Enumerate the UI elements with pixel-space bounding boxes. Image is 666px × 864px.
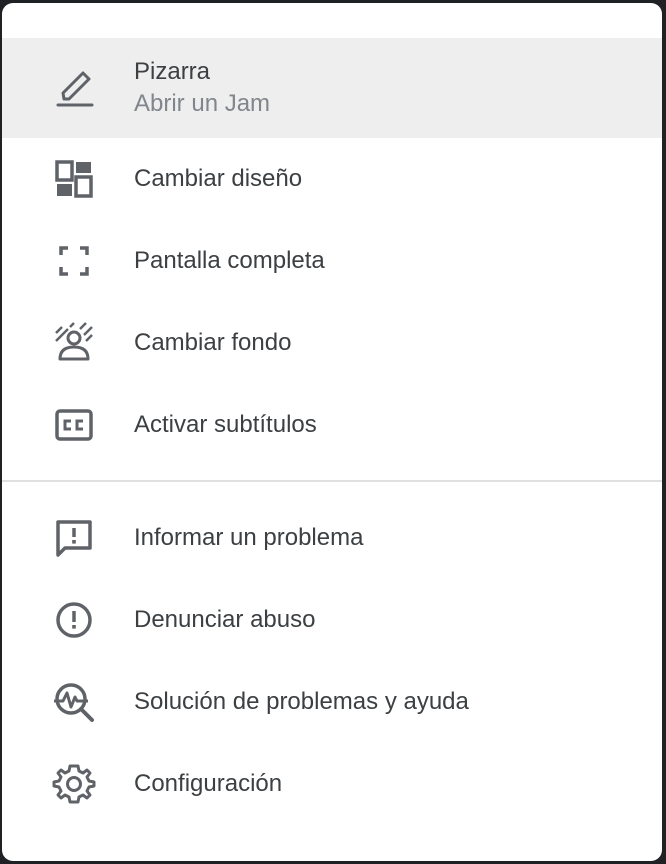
menu-item-sublabel: Abrir un Jam bbox=[134, 90, 271, 117]
background-blur-icon bbox=[50, 319, 98, 367]
menu-item-label: Cambiar fondo bbox=[134, 329, 292, 356]
closed-captions-icon bbox=[50, 401, 98, 449]
menu-item-text: Activar subtítulos bbox=[134, 409, 317, 441]
menu-item-text: Cambiar fondo bbox=[134, 327, 291, 359]
menu-item-text: Denunciar abuso bbox=[134, 604, 315, 636]
menu-item-fullscreen[interactable]: Pantalla completa bbox=[2, 220, 662, 302]
troubleshoot-icon bbox=[50, 678, 98, 726]
menu-item-text: Configuración bbox=[134, 768, 282, 800]
more-options-menu: Pizarra Abrir un Jam Cambiar diseño Pant… bbox=[2, 3, 662, 861]
menu-item-report-abuse[interactable]: Denunciar abuso bbox=[2, 579, 662, 661]
menu-item-whiteboard[interactable]: Pizarra Abrir un Jam bbox=[2, 38, 662, 138]
menu-item-text: Pantalla completa bbox=[134, 245, 325, 277]
menu-item-label: Denunciar abuso bbox=[134, 606, 316, 633]
menu-item-troubleshooting-help[interactable]: Solución de problemas y ayuda bbox=[2, 661, 662, 743]
menu-item-label: Solución de problemas y ayuda bbox=[134, 688, 469, 715]
settings-icon bbox=[50, 760, 98, 808]
menu-divider bbox=[2, 480, 662, 482]
menu-item-text: Cambiar diseño bbox=[134, 163, 302, 195]
menu-item-change-layout[interactable]: Cambiar diseño bbox=[2, 138, 662, 220]
layout-icon bbox=[50, 155, 98, 203]
menu-item-captions[interactable]: Activar subtítulos bbox=[2, 384, 662, 466]
pen-icon bbox=[50, 64, 98, 112]
menu-item-label: Pizarra bbox=[134, 58, 211, 85]
fullscreen-icon bbox=[50, 237, 98, 285]
menu-item-text: Informar un problema bbox=[134, 522, 363, 554]
menu-item-label: Informar un problema bbox=[134, 524, 364, 551]
feedback-icon bbox=[50, 514, 98, 562]
menu-item-report-problem[interactable]: Informar un problema bbox=[2, 497, 662, 579]
report-icon bbox=[50, 596, 98, 644]
menu-item-label: Activar subtítulos bbox=[134, 411, 317, 438]
menu-item-text: Solución de problemas y ayuda bbox=[134, 686, 469, 718]
menu-item-whiteboard-text: Pizarra Abrir un Jam bbox=[134, 56, 270, 120]
menu-item-label: Configuración bbox=[134, 770, 283, 797]
menu-item-label: Pantalla completa bbox=[134, 247, 325, 274]
menu-item-settings[interactable]: Configuración bbox=[2, 743, 662, 825]
menu-item-change-background[interactable]: Cambiar fondo bbox=[2, 302, 662, 384]
menu-item-label: Cambiar diseño bbox=[134, 165, 303, 192]
